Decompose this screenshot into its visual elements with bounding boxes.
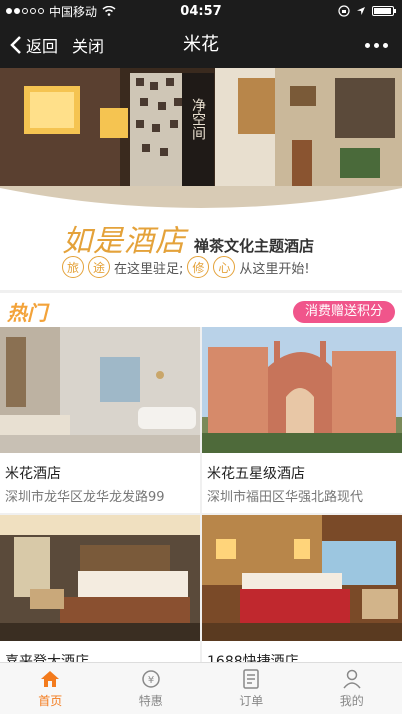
tab-orders-label: 订单: [239, 692, 263, 709]
home-icon: [39, 668, 61, 690]
banner-slogan-top: 如是酒店 禅茶文化主题酒店: [62, 216, 314, 260]
coupon-icon: ¥: [140, 668, 162, 690]
order-list-icon: [240, 668, 262, 690]
hotel-name: 米花酒店: [5, 463, 61, 483]
brand-name: 如是酒店: [62, 216, 186, 260]
nav-bar: 返回 关闭 米花: [0, 22, 402, 68]
hotel-image: [0, 515, 200, 641]
tab-home-label: 首页: [38, 692, 62, 709]
more-button[interactable]: [365, 22, 388, 68]
more-dot-icon: [365, 43, 370, 48]
banner[interactable]: 净空间 如是酒店 禅茶文化主题酒店 旅 途 在这里驻足; 修 心 从这里开始!: [0, 68, 402, 290]
rotation-lock-icon: [338, 5, 350, 17]
back-label: 返回: [26, 33, 58, 57]
chevron-left-icon: [10, 35, 22, 55]
hotel-name: 米花五星级酒店: [207, 463, 305, 483]
slogan-text: 从这里开始!: [239, 258, 309, 277]
slogan-char: 心: [213, 256, 235, 278]
hotel-address: 深圳市福田区华强北路现代: [207, 486, 402, 505]
points-badge[interactable]: 消费赠送积分: [293, 301, 395, 323]
hot-section-header: 热门 消费赠送积分: [0, 293, 402, 327]
tab-mine[interactable]: 我的: [302, 663, 402, 714]
more-dot-icon: [374, 43, 379, 48]
slogan-char: 途: [88, 256, 110, 278]
tab-home[interactable]: 首页: [0, 663, 101, 714]
status-right: [338, 5, 394, 17]
slogan-text: 在这里驻足;: [114, 258, 183, 277]
close-button[interactable]: 关闭: [72, 22, 104, 68]
hotel-card[interactable]: 米花五星级酒店 深圳市福田区华强北路现代: [202, 327, 402, 513]
banner-sign-text: 净空间: [190, 98, 206, 141]
hotel-image: [202, 327, 402, 453]
banner-slogan-bottom: 旅 途 在这里驻足; 修 心 从这里开始!: [62, 256, 310, 278]
page-title: 米花: [0, 22, 402, 68]
hotel-name: 1688快捷酒店: [207, 651, 299, 662]
tab-orders[interactable]: 订单: [201, 663, 302, 714]
hot-label: 热门: [7, 297, 47, 326]
tab-deals-label: 特惠: [139, 692, 163, 709]
tab-mine-label: 我的: [340, 692, 364, 709]
hotel-card[interactable]: 米花酒店 深圳市龙华区龙华龙发路99: [0, 327, 200, 513]
hotel-address: 深圳市龙华区龙华龙发路99: [5, 486, 200, 505]
battery-icon: [372, 6, 394, 16]
more-dot-icon: [383, 43, 388, 48]
hotel-image: [0, 327, 200, 453]
location-icon: [356, 6, 366, 16]
hotel-card[interactable]: 1688快捷酒店: [202, 515, 402, 662]
status-bar: 中国移动 04:57: [0, 0, 402, 22]
back-button[interactable]: 返回: [10, 22, 58, 68]
hotel-name: 喜来登大酒店: [5, 651, 89, 662]
hotel-image: [202, 515, 402, 641]
user-icon: [341, 668, 363, 690]
tab-bar: 首页 ¥ 特惠 订单 我的: [0, 662, 402, 714]
svg-text:¥: ¥: [148, 675, 154, 686]
tab-deals[interactable]: ¥ 特惠: [101, 663, 202, 714]
banner-image: 净空间: [0, 68, 402, 208]
slogan-char: 旅: [62, 256, 84, 278]
hotel-card[interactable]: 喜来登大酒店: [0, 515, 200, 662]
slogan-char: 修: [187, 256, 209, 278]
